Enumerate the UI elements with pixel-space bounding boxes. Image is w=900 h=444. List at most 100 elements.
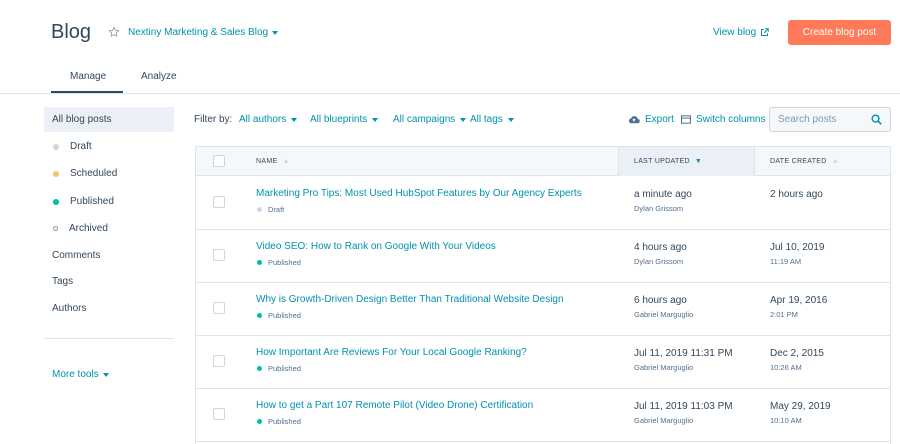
table-row: How to get a Part 107 Remote Pilot (Vide… bbox=[196, 389, 890, 442]
updated-by: Dylan Grissom bbox=[634, 257, 684, 266]
export-label: Export bbox=[645, 114, 674, 125]
status-dot-icon bbox=[53, 198, 59, 205]
last-updated-value: Jul 11, 2019 11:31 PM bbox=[634, 348, 733, 359]
status-dot-icon bbox=[53, 170, 59, 177]
column-header-label: Last updated bbox=[634, 158, 690, 165]
filter-campaigns-dropdown[interactable]: All campaigns bbox=[393, 114, 467, 125]
sidebar-item-all-blog-posts[interactable]: All blog posts bbox=[44, 107, 174, 132]
blog-posts-table: Name ▲︎ Last updated ▼︎ Date created ▲︎ … bbox=[195, 146, 891, 444]
row-checkbox[interactable] bbox=[213, 355, 225, 367]
sidebar-item-archived[interactable]: Archived bbox=[44, 216, 174, 241]
post-title-link[interactable]: Marketing Pro Tips: Most Used HubSpot Fe… bbox=[256, 188, 582, 199]
sidebar-item-label: Authors bbox=[52, 303, 87, 314]
sidebar-item-comments[interactable]: Comments bbox=[44, 243, 174, 268]
date-created-value: Apr 19, 2016 bbox=[770, 295, 828, 306]
post-title-link[interactable]: How Important Are Reviews For Your Local… bbox=[256, 347, 527, 358]
sidebar-item-label: Tags bbox=[52, 276, 74, 287]
updated-by: Dylan Grissom bbox=[634, 204, 684, 213]
date-created-value: Dec 2, 2015 bbox=[770, 348, 824, 359]
sort-descending-icon: ▼︎ bbox=[694, 158, 703, 165]
column-header-date-created[interactable]: Date created ▲︎ bbox=[770, 147, 839, 176]
search-icon[interactable] bbox=[871, 114, 882, 125]
search-input[interactable] bbox=[778, 114, 868, 125]
last-updated-value: Jul 11, 2019 11:03 PM bbox=[634, 401, 733, 412]
post-status-label: Published bbox=[268, 364, 301, 373]
sidebar-item-published[interactable]: Published bbox=[44, 189, 174, 214]
blog-selector-label: Nextiny Marketing & Sales Blog bbox=[128, 27, 269, 38]
status-dot-icon bbox=[257, 419, 262, 424]
more-tools-label: More tools bbox=[52, 369, 99, 380]
sort-icon: ▲︎ bbox=[282, 158, 290, 165]
table-row: Marketing Pro Tips: Most Used HubSpot Fe… bbox=[196, 177, 890, 230]
column-header-label: Date created bbox=[770, 158, 827, 165]
select-all-checkbox[interactable] bbox=[213, 155, 225, 167]
sidebar-item-draft[interactable]: Draft bbox=[44, 134, 174, 159]
search-box[interactable] bbox=[769, 107, 891, 132]
filter-authors-dropdown[interactable]: All authors bbox=[239, 114, 298, 125]
sidebar-item-label: Archived bbox=[69, 223, 108, 234]
updated-by: Gabriel Marguglio bbox=[634, 363, 694, 372]
star-icon[interactable] bbox=[108, 26, 120, 38]
date-created-time: 10:26 AM bbox=[770, 363, 802, 372]
external-link-icon bbox=[761, 28, 769, 36]
status-dot-icon bbox=[257, 313, 262, 318]
cloud-upload-icon bbox=[629, 116, 640, 124]
last-updated-value: 4 hours ago bbox=[634, 242, 687, 253]
sidebar-item-label: All blog posts bbox=[52, 114, 112, 125]
filter-label: Filter by: bbox=[194, 114, 233, 125]
caret-down-icon bbox=[507, 117, 514, 122]
switch-columns-button[interactable]: Switch columns bbox=[681, 114, 765, 125]
caret-down-icon bbox=[460, 117, 467, 122]
blog-selector[interactable]: Nextiny Marketing & Sales Blog bbox=[128, 27, 279, 38]
post-title-link[interactable]: Video SEO: How to Rank on Google With Yo… bbox=[256, 241, 496, 252]
tab-manage[interactable]: Manage bbox=[70, 71, 106, 82]
tab-analyze[interactable]: Analyze bbox=[141, 71, 177, 82]
last-updated-value: a minute ago bbox=[634, 189, 692, 200]
row-checkbox[interactable] bbox=[213, 196, 225, 208]
status-dot-icon bbox=[53, 226, 58, 231]
filter-tags-dropdown[interactable]: All tags bbox=[470, 114, 514, 125]
post-status: Published bbox=[257, 311, 301, 320]
filter-blueprints-label: All blueprints bbox=[310, 114, 368, 125]
view-blog-link[interactable]: View blog bbox=[713, 27, 769, 38]
column-header-label: Name bbox=[256, 158, 278, 165]
sidebar-item-tags[interactable]: Tags bbox=[44, 269, 174, 294]
create-blog-post-button[interactable]: Create blog post bbox=[788, 20, 891, 45]
columns-icon bbox=[681, 115, 691, 124]
sidebar-item-scheduled[interactable]: Scheduled bbox=[44, 161, 174, 186]
sidebar-divider bbox=[44, 338, 174, 339]
view-blog-label: View blog bbox=[713, 27, 757, 38]
post-status: Draft bbox=[257, 205, 284, 214]
sidebar-item-authors[interactable]: Authors bbox=[44, 296, 174, 321]
post-status-label: Draft bbox=[268, 205, 285, 214]
sort-icon: ▲︎ bbox=[831, 158, 839, 165]
caret-down-icon bbox=[102, 372, 109, 377]
filter-campaigns-label: All campaigns bbox=[393, 114, 456, 125]
more-tools-dropdown[interactable]: More tools bbox=[52, 369, 109, 380]
date-created-value: May 29, 2019 bbox=[770, 401, 831, 412]
table-row: How Important Are Reviews For Your Local… bbox=[196, 336, 890, 389]
row-checkbox[interactable] bbox=[213, 249, 225, 261]
row-checkbox[interactable] bbox=[213, 408, 225, 420]
status-dot-icon bbox=[53, 143, 59, 150]
post-title-link[interactable]: Why is Growth-Driven Design Better Than … bbox=[256, 294, 564, 305]
column-header-name[interactable]: Name ▲︎ bbox=[256, 147, 290, 176]
page-title: Blog bbox=[51, 21, 92, 43]
date-created-time: 10:10 AM bbox=[770, 416, 802, 425]
caret-down-icon bbox=[291, 117, 298, 122]
post-title-link[interactable]: How to get a Part 107 Remote Pilot (Vide… bbox=[256, 400, 533, 411]
sidebar-item-label: Draft bbox=[70, 141, 92, 152]
date-created-value: 2 hours ago bbox=[770, 189, 823, 200]
row-checkbox[interactable] bbox=[213, 302, 225, 314]
filter-blueprints-dropdown[interactable]: All blueprints bbox=[310, 114, 379, 125]
sidebar-item-label: Published bbox=[70, 196, 114, 207]
filter-tags-label: All tags bbox=[470, 114, 503, 125]
sidebar-item-label: Comments bbox=[52, 250, 101, 261]
post-status-label: Published bbox=[268, 258, 301, 267]
date-created-time: 2:01 PM bbox=[770, 310, 798, 319]
column-header-last-updated[interactable]: Last updated ▼︎ bbox=[618, 147, 755, 176]
sidebar-item-label: Scheduled bbox=[70, 168, 118, 179]
export-button[interactable]: Export bbox=[628, 114, 674, 125]
post-status: Published bbox=[257, 417, 301, 426]
filter-authors-label: All authors bbox=[239, 114, 287, 125]
